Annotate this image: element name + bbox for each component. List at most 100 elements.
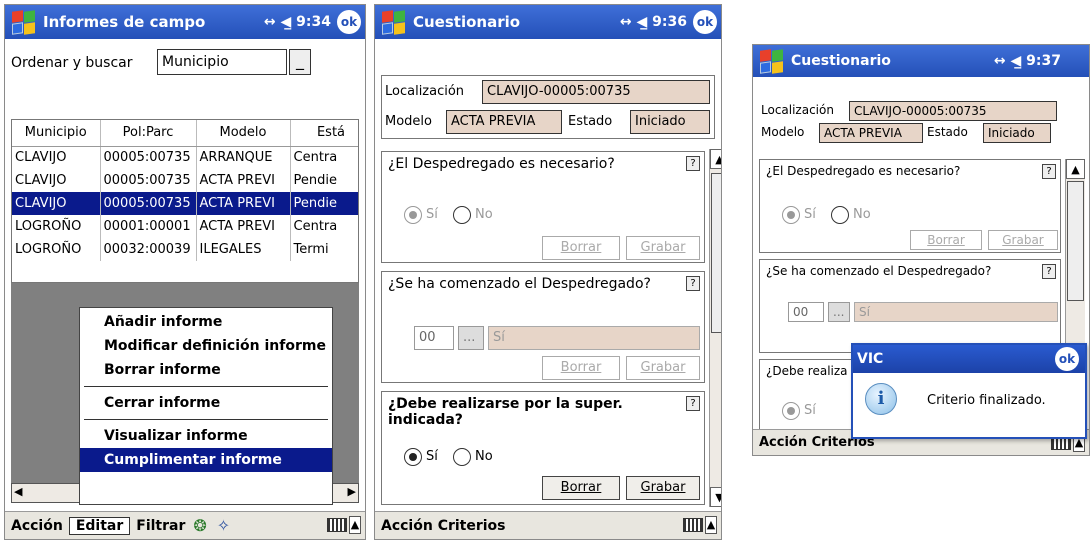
- answer-field: Sí: [854, 302, 1058, 322]
- cell: LOGROÑO: [12, 238, 101, 261]
- model-value: ACTA PREVIA: [446, 110, 562, 134]
- ok-button[interactable]: ok: [693, 10, 717, 34]
- lookup-button[interactable]: ...: [458, 326, 484, 350]
- keyboard-icon[interactable]: [683, 518, 703, 532]
- scroll-right-icon[interactable]: ▶: [348, 485, 356, 498]
- table-row[interactable]: LOGROÑO 00032:00039 ILEGALES Termi: [12, 238, 358, 261]
- cell: 00005:00735: [100, 146, 197, 169]
- location-value: CLAVIJO-00005:00735: [849, 101, 1057, 121]
- question-text: ¿El Despedregado es necesario?: [766, 164, 961, 178]
- running-man-icon[interactable]: ✧: [217, 516, 230, 535]
- dialog-title: VIC: [857, 351, 884, 367]
- scroll-down-icon[interactable]: ▼: [710, 487, 721, 507]
- radio-no[interactable]: [452, 447, 471, 466]
- scroll-up-icon[interactable]: ▲: [1066, 159, 1085, 179]
- menu-item-cerrar[interactable]: Cerrar informe: [80, 391, 332, 415]
- sort-dropdown-button[interactable]: _: [289, 49, 311, 75]
- windows-start-icon[interactable]: [11, 9, 37, 35]
- radio-si[interactable]: [404, 447, 422, 466]
- grabar-button[interactable]: Grabar: [626, 476, 700, 500]
- window-title: Cuestionario: [413, 13, 521, 31]
- radio-si[interactable]: [782, 401, 800, 420]
- windows-start-icon[interactable]: [759, 48, 785, 74]
- state-value: Iniciado: [983, 123, 1051, 143]
- radio-si[interactable]: [404, 205, 422, 224]
- menu-filtrar[interactable]: Filtrar: [130, 518, 191, 534]
- cell: ACTA PREVI: [196, 215, 291, 238]
- menu-item-anadir[interactable]: Añadir informe: [80, 310, 332, 334]
- input-panel-arrow-icon[interactable]: ▲: [705, 516, 717, 534]
- table-row[interactable]: CLAVIJO 00005:00735 ACTA PREVI Pendie: [12, 169, 358, 192]
- ok-button[interactable]: ok: [337, 10, 361, 34]
- radio-si-label: Sí: [804, 207, 816, 222]
- menu-accion-criterios[interactable]: Acción Criterios: [375, 518, 512, 534]
- grabar-button[interactable]: Grabar: [988, 230, 1058, 250]
- scroll-up-icon[interactable]: ▲: [710, 149, 721, 169]
- scroll-thumb[interactable]: [1067, 181, 1084, 301]
- table-row-selected[interactable]: CLAVIJO 00005:00735 ACTA PREVI Pendie: [12, 192, 358, 215]
- grabar-button[interactable]: Grabar: [626, 356, 700, 380]
- col-header-modelo[interactable]: Modelo: [196, 120, 291, 147]
- radio-si[interactable]: [782, 205, 800, 224]
- help-icon[interactable]: ?: [686, 396, 700, 411]
- help-icon[interactable]: ?: [1042, 264, 1056, 279]
- lookup-button[interactable]: ...: [828, 302, 850, 322]
- sort-select[interactable]: Municipio: [157, 49, 287, 75]
- help-icon[interactable]: ?: [686, 276, 700, 291]
- borrar-button[interactable]: Borrar: [542, 476, 620, 500]
- cell: ILEGALES: [196, 238, 291, 261]
- title-bar: Informes de campo ↔ ◀̲ 9:34 ok: [5, 5, 365, 39]
- input-panel-arrow-icon[interactable]: ▲: [349, 516, 361, 534]
- menu-item-modificar[interactable]: Modificar definición informe: [80, 334, 332, 358]
- menu-editar[interactable]: Editar: [68, 516, 131, 535]
- message-dialog: VIC ok i Criterio finalizado.: [851, 343, 1087, 439]
- location-value: CLAVIJO-00005:00735: [482, 80, 710, 104]
- cell: 00005:00735: [100, 192, 197, 215]
- windows-start-icon[interactable]: [381, 9, 407, 35]
- radio-no[interactable]: [830, 205, 849, 224]
- dialog-ok-button[interactable]: ok: [1055, 347, 1079, 371]
- header-box: Localización CLAVIJO-00005:00735 Modelo …: [759, 99, 1089, 149]
- radio-group: Sí: [782, 400, 826, 420]
- col-header-polparc[interactable]: Pol:Parc: [100, 120, 197, 147]
- menu-divider: [84, 419, 328, 420]
- menu-item-borrar[interactable]: Borrar informe: [80, 358, 332, 382]
- col-header-municipio[interactable]: Municipio: [12, 120, 101, 147]
- scroll-thumb[interactable]: [711, 173, 721, 333]
- menu-item-cumplimentar[interactable]: Cumplimentar informe: [80, 448, 332, 472]
- cell: Pendie: [290, 169, 358, 192]
- question-text: ¿Debe realizarse por la super. indicada?: [388, 396, 623, 428]
- context-menu: Añadir informe Modificar definición info…: [79, 307, 333, 505]
- answer-field: Sí: [488, 326, 700, 350]
- grabar-button[interactable]: Grabar: [626, 236, 700, 260]
- menu-item-visualizar[interactable]: Visualizar informe: [80, 424, 332, 448]
- borrar-button[interactable]: Borrar: [542, 356, 620, 380]
- radio-group: Sí No: [404, 204, 503, 224]
- table-row[interactable]: CLAVIJO 00005:00735 ARRANQUE Centra: [12, 146, 358, 169]
- code-field[interactable]: 00: [788, 302, 824, 322]
- info-icon: i: [865, 383, 897, 415]
- screen-cuestionario: Cuestionario ↔ ◀̲ 9:36 ok Localización C…: [374, 4, 722, 540]
- model-label: Modelo: [385, 114, 432, 129]
- cell: ACTA PREVI: [196, 169, 291, 192]
- help-icon[interactable]: ?: [686, 156, 700, 171]
- code-field[interactable]: 00: [414, 326, 454, 350]
- radio-group: Sí No: [404, 446, 503, 466]
- radio-no[interactable]: [452, 205, 471, 224]
- scroll-left-icon[interactable]: ◀: [14, 485, 22, 498]
- col-header-estado[interactable]: Está: [290, 120, 358, 147]
- table-row[interactable]: LOGROÑO 00001:00001 ACTA PREVI Centra: [12, 215, 358, 238]
- header-box: Localización CLAVIJO-00005:00735 Modelo …: [381, 75, 715, 139]
- borrar-button[interactable]: Borrar: [910, 230, 982, 250]
- cell: CLAVIJO: [12, 146, 101, 169]
- globe-icon[interactable]: ❂: [193, 516, 206, 535]
- menu-accion[interactable]: Acción: [5, 518, 69, 534]
- radio-si-label: Sí: [426, 207, 438, 222]
- help-icon[interactable]: ?: [1042, 164, 1056, 179]
- question-panel-3: ¿Debe realizarse por la super. indicada?…: [381, 391, 705, 505]
- vertical-scrollbar[interactable]: ▲ ▼: [709, 149, 721, 507]
- borrar-button[interactable]: Borrar: [542, 236, 620, 260]
- radio-si-label: Sí: [804, 403, 816, 418]
- keyboard-icon[interactable]: [327, 518, 347, 532]
- screen-informes-de-campo: Informes de campo ↔ ◀̲ 9:34 ok Ordenar y…: [4, 4, 366, 540]
